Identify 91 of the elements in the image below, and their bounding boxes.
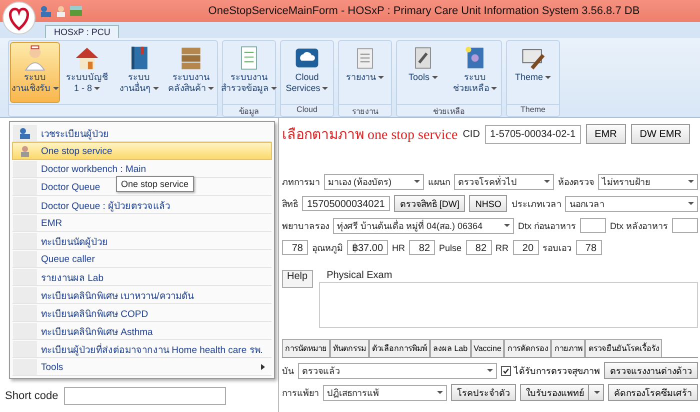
input-field[interactable]: [580, 218, 606, 233]
menu-item[interactable]: ทะเบียนคลินิกพิเศษ Asthma: [12, 322, 272, 340]
form-button[interactable]: DW EMR: [630, 124, 690, 144]
dropdown-field[interactable]: มาเอง (ห้องบัตร): [324, 174, 424, 190]
ribbon-tab[interactable]: HOSxP : PCU: [45, 25, 120, 38]
group-label: Theme: [507, 104, 559, 116]
tab[interactable]: ทันตกรรม: [330, 339, 369, 357]
tab[interactable]: การนัดหมาย: [282, 339, 330, 357]
form-button[interactable]: EMR: [586, 124, 626, 144]
tab[interactable]: ลงผล Lab: [430, 339, 471, 357]
dropdown-field[interactable]: ปฏิเสธการแพ้: [323, 384, 447, 400]
group-label: Cloud: [281, 104, 333, 116]
form-button[interactable]: ตรวจสิทธิ [DW]: [394, 195, 466, 212]
ribbon-button[interactable]: Cloud Services: [282, 42, 332, 103]
tooltip: One stop service: [116, 176, 194, 192]
field-label: RR: [496, 242, 509, 252]
field-label: การแพ้ยา: [282, 386, 319, 400]
field-label: ภทการมา: [282, 176, 320, 188]
menu-item[interactable]: Queue caller: [12, 250, 272, 268]
split-button[interactable]: ใบรับรองแพทย์: [520, 384, 604, 401]
input-field[interactable]: 15705000034021: [302, 196, 390, 211]
ribbon-button[interactable]: ระบบงาน สำรวจข้อมูล: [224, 42, 274, 103]
field-label: CID: [462, 128, 480, 140]
help-tab[interactable]: Help: [282, 270, 313, 288]
checkbox[interactable]: ได้รับการตรวจสุขภาพ: [501, 364, 600, 378]
menu-item[interactable]: ทะเบียนนัดผู้ป่วย: [12, 232, 272, 250]
tab[interactable]: กายภาพ: [551, 339, 586, 357]
ribbon-button[interactable]: ระบบ งานเชิงรับ: [10, 42, 60, 103]
ribbon-button[interactable]: ระบบบัญชี 1 - 8: [62, 42, 112, 103]
field-label: Pulse: [439, 242, 462, 252]
group-label: รายงาน: [339, 104, 391, 116]
field-label: ประเภทเวลา: [511, 198, 562, 210]
input-field[interactable]: 78: [282, 240, 308, 255]
group-label: ช่วยเหลือ: [397, 104, 501, 116]
input-field[interactable]: 78: [576, 240, 602, 255]
input-field[interactable]: [672, 218, 698, 233]
menu-item[interactable]: Tools: [12, 358, 272, 376]
field-label: ห้องตรวจ: [558, 176, 594, 188]
field-label: HR: [392, 242, 406, 252]
group-label: Physical Exam: [326, 270, 392, 281]
input-field[interactable]: 82: [466, 240, 492, 255]
menu-item[interactable]: ทะเบียนคลินิกพิเศษ COPD: [12, 304, 272, 322]
person-icon: [19, 145, 31, 157]
dropdown-field[interactable]: นอกเวลา: [565, 196, 698, 212]
field-label: Short code: [5, 390, 58, 402]
tab[interactable]: การคัดกรอง: [504, 339, 552, 357]
tab[interactable]: Vaccine: [470, 339, 504, 357]
field-label: แผนก: [428, 176, 450, 188]
annotation-text: เลือกตามภาพ one stop service: [282, 126, 458, 145]
ribbon-button[interactable]: รายงาน: [340, 42, 390, 103]
ribbon-button[interactable]: Tools: [398, 42, 448, 103]
field-label: บัน: [282, 364, 294, 378]
input-field[interactable]: ฿37.00: [347, 240, 388, 255]
ribbon-button[interactable]: ระบบงาน คลังสินค้า: [166, 42, 216, 103]
field-label: Dtx ก่อนอาหาร: [518, 220, 576, 232]
field-label: อุณหภูมิ: [312, 242, 343, 254]
picture-icon[interactable]: [70, 5, 82, 17]
menu-item[interactable]: ทะเบียนคลินิกพิเศษ เบาหวาน/ความดัน: [12, 286, 272, 304]
input-field[interactable]: [64, 387, 226, 405]
ribbon-button[interactable]: Theme: [508, 42, 558, 103]
ribbon-button[interactable]: ระบบ ช่วยเหลือ: [450, 42, 500, 103]
people-icon: [19, 127, 31, 139]
submenu-arrow-icon: [261, 364, 265, 370]
dropdown-field[interactable]: ตรวจโรคทั่วไป: [454, 174, 554, 190]
dropdown-field[interactable]: ทุ่งศรี บ้านต้นเดื่อ หมู่ที่ 04(สอ.) 06364: [333, 218, 514, 234]
group-label: ข้อมูล: [223, 104, 275, 116]
menu-item[interactable]: One stop service: [12, 142, 272, 160]
menu-item[interactable]: EMR: [12, 214, 272, 232]
tab[interactable]: ตัวเลือกการพิมพ์: [369, 339, 430, 357]
window-title: OneStopServiceMainForm - HOSxP : Primary Care Unit Information System 3.56.8.7 DB: [207, 5, 641, 17]
form-button[interactable]: ตรวจแรงงานต่างด้าว: [604, 362, 698, 379]
input-field[interactable]: 20: [512, 240, 539, 255]
dropdown-field[interactable]: ไม่ทราบฝ้าย: [598, 174, 698, 190]
menu-item[interactable]: ทะเบียนผู้ป่วยที่ส่งต่อมาจากงาน Home health care รพ.: [12, 340, 272, 358]
menu-item[interactable]: รายงานผล Lab: [12, 268, 272, 286]
field-label: สิทธิ: [282, 198, 298, 210]
menu-item[interactable]: Doctor Queue : ผู้ป่วยตรวจแล้ว: [12, 196, 272, 214]
field-label: พยาบาลรอง: [282, 220, 329, 232]
text-area[interactable]: [318, 282, 698, 328]
input-field[interactable]: 82: [409, 240, 436, 255]
tab[interactable]: ตรวจยืนยันโรคเรื้อรัง: [585, 339, 662, 357]
field-label: รอบเอว: [542, 242, 572, 254]
form-button[interactable]: คัดกรองโรคซึมเศร้า: [608, 384, 698, 401]
ribbon-button[interactable]: ระบบ งานอื่นๆ: [114, 42, 164, 103]
form-button[interactable]: โรคประจำตัว: [451, 384, 516, 401]
field-label: Dtx หลังอาหาร: [610, 220, 668, 232]
dropdown-field[interactable]: ตรวจแล้ว: [298, 362, 497, 378]
people-icon[interactable]: [40, 5, 52, 17]
person-icon[interactable]: [56, 5, 66, 17]
input-field[interactable]: 1-5705-00034-02-1: [484, 124, 581, 144]
form-button[interactable]: NHSO: [469, 195, 508, 212]
